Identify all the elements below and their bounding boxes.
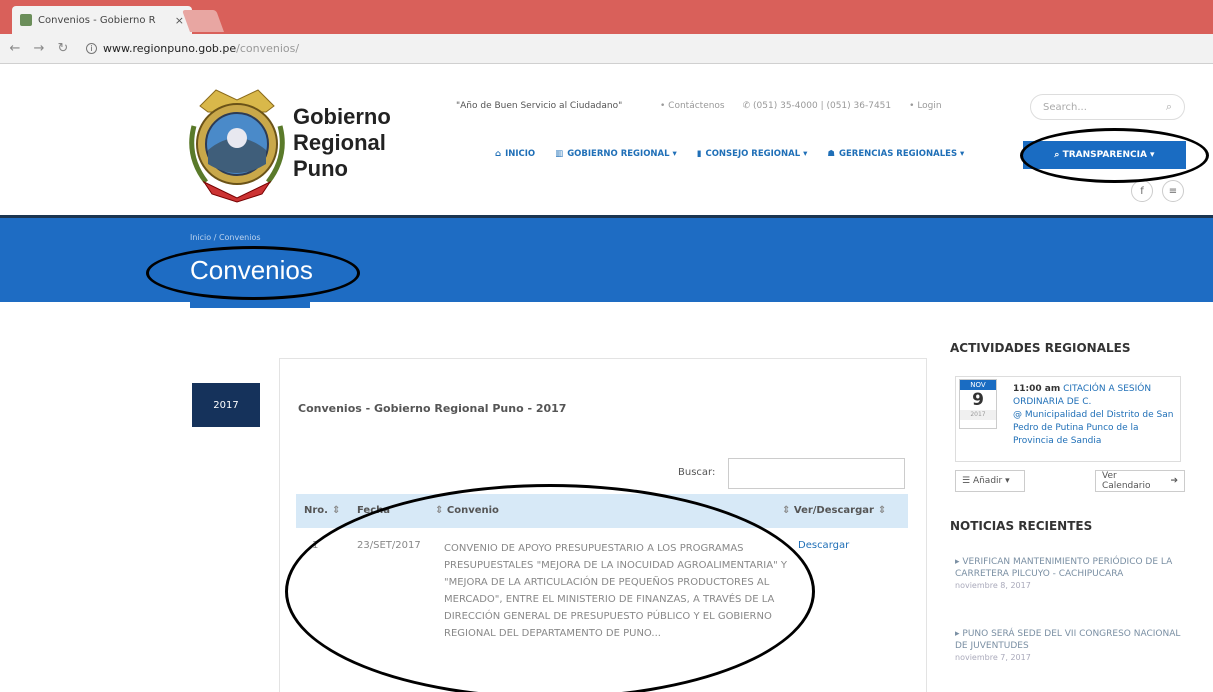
browser-tabbar: Convenios - Gobierno R × (0, 0, 1213, 34)
event-day: 9 (972, 390, 984, 410)
regional-emblem-icon[interactable] (186, 86, 288, 204)
site-name-line-1: Gobierno (293, 104, 391, 129)
site-name-line-3: Puno (293, 156, 348, 181)
annotation-ellipse-transparencia (1020, 128, 1209, 183)
book-icon: ▮ (696, 149, 702, 159)
back-icon[interactable]: ← (8, 41, 22, 56)
phone-link[interactable]: ✆ (051) 35-4000 | (051) 36-7451 (743, 101, 892, 111)
event-location: @ Municipalidad del Distrito de San Pedr… (1013, 410, 1174, 446)
forward-icon[interactable]: → (32, 41, 46, 56)
sort-icon: ⇕ (782, 505, 791, 516)
buscar-input[interactable] (728, 458, 905, 489)
address-bar: ← → ↻ i www.regionpuno.gob.pe /convenios… (0, 34, 1213, 64)
reload-icon[interactable]: ↻ (56, 41, 70, 56)
rss-small-icon: ☰ (962, 476, 973, 486)
favicon-icon (20, 14, 32, 26)
event-card[interactable]: NOV 9 2017 11:00 am CITACIÓN A SESIÓN OR… (955, 376, 1181, 462)
year-tab-2017[interactable]: 2017 (192, 383, 260, 427)
building-icon: ▥ (555, 149, 564, 159)
search-placeholder: Search... (1043, 101, 1087, 113)
news-item[interactable]: ▸ Verifican mantenimiento periódico de l… (955, 556, 1185, 592)
nav-gerencias-regionales[interactable]: ☗ GERENCIAS REGIONALES ▾ (827, 149, 964, 159)
news-title: NOTICIAS RECIENTES (950, 519, 1093, 533)
nav-inicio[interactable]: ⌂ INICIO (495, 149, 535, 159)
activities-title: ACTIVIDADES REGIONALES (950, 341, 1131, 355)
calendar-icon: NOV 9 2017 (959, 379, 997, 429)
site-name-line-2: Regional (293, 130, 386, 155)
browser-tab[interactable]: Convenios - Gobierno R × (12, 6, 192, 34)
phone-icon: ✆ (742, 101, 751, 111)
home-icon: ⌂ (495, 149, 502, 159)
col-ver[interactable]: ⇕ Ver/Descargar ⇕ (778, 505, 886, 516)
buscar-label: Buscar: (678, 467, 716, 478)
sort-icon: ⇕ (331, 505, 341, 516)
login-link[interactable]: • Login (909, 101, 941, 111)
sort-icon: ⇕ (877, 505, 887, 516)
url-domain: www.regionpuno.gob.pe (103, 42, 237, 55)
view-calendar-button[interactable]: Ver Calendario ➔ (1095, 470, 1185, 492)
top-links: • Contáctenos ✆ (051) 35-4000 | (051) 36… (660, 101, 942, 111)
annotation-ellipse-convenio (285, 484, 815, 692)
event-time: 11:00 am (1013, 384, 1061, 394)
breadcrumb[interactable]: Inicio / Convenios (190, 233, 261, 242)
url-field[interactable]: i www.regionpuno.gob.pe /convenios/ (86, 42, 299, 55)
news-date-1: noviembre 8, 2017 (955, 581, 1031, 590)
search-input[interactable]: Search... ⌕ (1030, 94, 1185, 120)
annotation-ellipse-title (146, 246, 360, 300)
event-year: 2017 (960, 410, 996, 420)
tab-title: Convenios - Gobierno R (38, 14, 156, 26)
news-date-2: noviembre 7, 2017 (955, 653, 1031, 662)
new-tab-button[interactable] (181, 10, 225, 32)
url-path: /convenios/ (236, 42, 300, 55)
info-icon[interactable]: i (86, 43, 97, 54)
col-nro[interactable]: Nro. ⇕ (304, 505, 340, 516)
rss-icon[interactable]: ≡ (1162, 180, 1184, 202)
main-nav: ⌂ INICIO ▥ GOBIERNO REGIONAL ▾ ▮ CONSEJO RE… (495, 149, 964, 159)
contact-link[interactable]: • Contáctenos (660, 101, 725, 111)
nav-consejo-regional[interactable]: ▮ CONSEJO REGIONAL ▾ (697, 149, 808, 159)
add-button[interactable]: ☰ Añadir ▾ (955, 470, 1025, 492)
motto: "Año de Buen Servicio al Ciudadano" (456, 101, 623, 111)
news-title-2: Puno será sede del VII Congreso Nacional… (955, 629, 1181, 651)
title-underline (190, 302, 310, 308)
nav-gobierno-regional[interactable]: ▥ GOBIERNO REGIONAL ▾ (555, 149, 677, 159)
event-month: NOV (960, 380, 996, 390)
news-item[interactable]: ▸ Puno será sede del VII Congreso Nacion… (955, 628, 1185, 664)
event-text[interactable]: 11:00 am CITACIÓN A SESIÓN ORDINARIA DE … (1013, 383, 1179, 448)
close-tab-icon[interactable]: × (175, 14, 184, 27)
users-icon: ☗ (827, 149, 835, 159)
site-name[interactable]: Gobierno Regional Puno (293, 104, 391, 182)
facebook-icon[interactable]: f (1131, 180, 1153, 202)
arrow-right-icon: ➔ (1170, 476, 1178, 486)
panel-title: Convenios - Gobierno Regional Puno - 201… (298, 402, 567, 415)
search-icon[interactable]: ⌕ (1166, 100, 1172, 114)
news-title-1: Verifican mantenimiento periódico de la … (955, 557, 1173, 579)
descargar-link[interactable]: Descargar (798, 540, 849, 551)
